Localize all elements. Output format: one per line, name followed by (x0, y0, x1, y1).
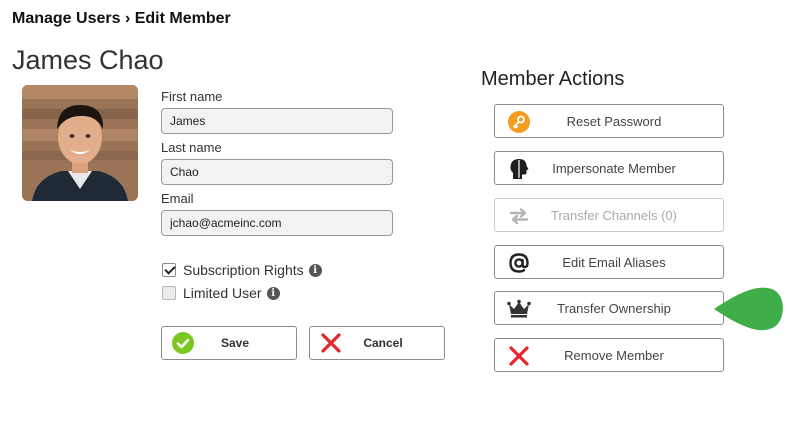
transfer-channels-button[interactable]: Transfer Channels (0) (494, 198, 724, 232)
limited-user-label: Limited User (183, 285, 262, 301)
checkmark-icon (172, 332, 194, 354)
green-pointer-icon (712, 286, 784, 334)
subscription-rights-label: Subscription Rights (183, 262, 304, 278)
page-title: James Chao (12, 45, 164, 75)
info-icon[interactable]: i (308, 263, 322, 277)
first-name-label: First name (161, 89, 223, 104)
transfer-channels-label: Transfer Channels (0) (551, 207, 677, 223)
save-button[interactable]: Save (161, 326, 297, 360)
reset-password-button[interactable]: Reset Password (494, 104, 724, 138)
email-field[interactable] (161, 210, 393, 236)
edit-email-aliases-label: Edit Email Aliases (562, 254, 666, 270)
breadcrumb: Manage Users › Edit Member (12, 10, 231, 27)
limited-user-row: Limited User i (162, 285, 280, 301)
last-name-field[interactable] (161, 159, 393, 185)
subscription-rights-row: Subscription Rights i (162, 262, 322, 278)
transfer-ownership-button[interactable]: Transfer Ownership (494, 291, 724, 325)
remove-member-label: Remove Member (564, 347, 664, 363)
edit-email-aliases-button[interactable]: Edit Email Aliases (494, 245, 724, 279)
impersonate-member-label: Impersonate Member (552, 160, 676, 176)
remove-member-button[interactable]: Remove Member (494, 338, 724, 372)
last-name-label: Last name (161, 140, 222, 155)
x-icon (320, 332, 342, 354)
email-label: Email (161, 191, 194, 206)
first-name-field[interactable] (161, 108, 393, 134)
subscription-rights-checkbox[interactable] (162, 263, 176, 277)
limited-user-checkbox[interactable] (162, 286, 176, 300)
impersonate-member-button[interactable]: Impersonate Member (494, 151, 724, 185)
member-actions-title: Member Actions (481, 68, 625, 90)
transfer-ownership-label: Transfer Ownership (557, 300, 671, 316)
avatar (22, 85, 138, 201)
reset-password-label: Reset Password (566, 113, 662, 129)
info-icon[interactable]: i (266, 286, 280, 300)
cancel-button[interactable]: Cancel (309, 326, 445, 360)
